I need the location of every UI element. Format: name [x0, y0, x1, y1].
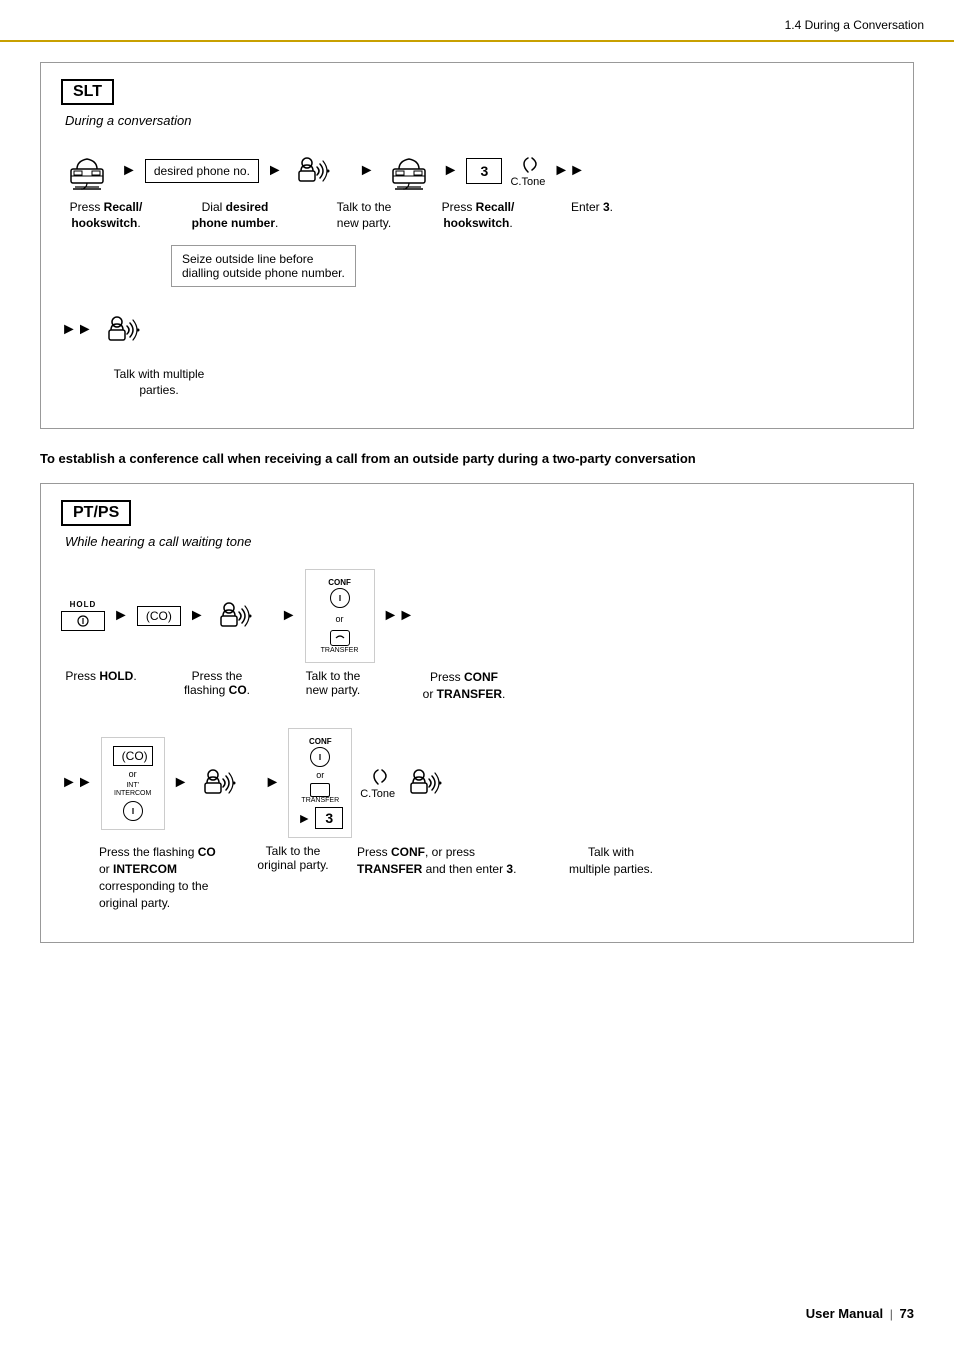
slt-talk-icon-1 [291, 148, 351, 194]
ptps-arrow-3: ► [281, 607, 297, 625]
slt-note: Seize outside line beforedialling outsid… [171, 245, 356, 287]
ptps-step2-label: Press theflashing CO. [177, 669, 257, 697]
conference-heading: To establish a conference call when rece… [40, 449, 914, 469]
intercom-label: INT'INTERCOM [114, 782, 151, 799]
ptps-bottom-step4-label: Talk withmultiple parties. [561, 844, 661, 878]
slt-label: SLT [61, 79, 114, 105]
ptps-double-arrow-2: ►► [61, 774, 93, 792]
co-box-2: (CO) [113, 746, 153, 766]
ptps-bottom-flow-row: ►► (CO) or INT'INTERCOM ► [61, 728, 893, 838]
ptps-talk-icon-2 [197, 760, 257, 806]
slt-diagram-box: SLT During a conversation [40, 62, 914, 429]
slt-note-container: Seize outside line beforedialling outsid… [61, 241, 893, 287]
conf-label: CONF [328, 578, 351, 587]
co-box-1: (CO) [137, 606, 181, 626]
ptps-arrow-1: ► [113, 607, 129, 625]
ctone-group-2: C.Tone [360, 766, 395, 800]
ptps-bottom-step1-label: Press the flashing CO or INTERCOM corres… [99, 844, 229, 911]
ptps-subtitle: While hearing a call waiting tone [65, 534, 893, 549]
header-title: 1.4 During a Conversation [785, 18, 924, 32]
slt-labels-row: Press Recall/hookswitch. Dial desiredpho… [61, 200, 893, 231]
ptps-arrow-5: ► [265, 774, 281, 792]
ctone-talk-group: C.Tone [360, 760, 463, 806]
desired-phone-box: desired phone no. [145, 159, 259, 183]
slt-step2-label: Dial desiredphone number. [175, 200, 295, 231]
conf-transfer-group: CONF or TRANSFER [305, 569, 375, 663]
transfer-label: TRANSFER [321, 647, 359, 654]
ptps-arrow-2: ► [189, 607, 205, 625]
slt-bottom-labels: Talk with multiple parties. [61, 367, 893, 398]
slt-phone-icon-2 [383, 148, 435, 194]
slt-bottom-flow-row: ►► [61, 307, 893, 353]
hold-btn-group: HOLD [61, 600, 105, 631]
ptps-bottom-labels-row: Press the flashing CO or INTERCOM corres… [61, 844, 893, 911]
or-label: or [336, 614, 344, 624]
ptps-step1-label: Press HOLD. [61, 669, 141, 683]
ptps-label: PT/PS [61, 500, 131, 526]
ptps-top-flow-row: HOLD ► (CO) ► [61, 569, 893, 663]
conf-transfer-number-group: CONF or TRANSFER ► 3 [288, 728, 352, 838]
ptps-talk-icon-1 [213, 593, 273, 639]
slt-arrow-3: ► [359, 162, 375, 180]
slt-flow-row: ► desired phone no. ► [61, 148, 893, 194]
footer-text: User Manual [806, 1306, 883, 1321]
slt-arrow-4: ► [443, 162, 459, 180]
number3-box: 3 [466, 158, 502, 184]
co-intercom-group: (CO) or INT'INTERCOM [101, 737, 165, 831]
slt-step3-label: Talk to thenew party. [319, 200, 409, 231]
slt-step1-label: Press Recall/hookswitch. [61, 200, 151, 231]
intercom-circle [123, 801, 143, 821]
hold-label-top: HOLD [70, 600, 97, 609]
number3-box-2: 3 [315, 807, 343, 829]
slt-talk-icon-2 [101, 307, 161, 353]
ptps-bottom-step3-label: Press CONF, or press TRANSFER and then e… [357, 844, 537, 878]
ctone-group-1: C.Tone [510, 154, 545, 188]
slt-arrow-2: ► [267, 162, 283, 180]
ptps-arrow-4: ► [173, 774, 189, 792]
ptps-step4-label: Press CONFor TRANSFER. [419, 669, 509, 703]
transfer-btn: TRANSFER [321, 630, 359, 654]
or-label-2: or [129, 769, 137, 779]
conf-btn: CONF [328, 578, 351, 608]
ptps-diagram-box: PT/PS While hearing a call waiting tone … [40, 483, 914, 943]
slt-bottom-label: Talk with multiple parties. [99, 367, 219, 398]
slt-double-arrow-2: ►► [61, 321, 93, 339]
slt-phone-icon-1 [61, 148, 113, 194]
page-header: 1.4 During a Conversation [0, 0, 954, 42]
slt-subtitle: During a conversation [65, 113, 893, 128]
ptps-bottom-step2-label: Talk to theoriginal party. [253, 844, 333, 872]
ptps-step3-label: Talk to thenew party. [293, 669, 373, 697]
page-footer: User Manual | 73 [806, 1306, 914, 1321]
slt-step5-label: Enter 3. [547, 200, 637, 216]
ctone-label-1: C.Tone [510, 176, 545, 188]
ptps-double-arrow-1: ►► [383, 607, 415, 625]
conf-circle [330, 588, 350, 608]
transfer-box [330, 630, 350, 646]
ptps-talk-icon-3 [403, 760, 463, 806]
page-number: 73 [900, 1306, 914, 1321]
ptps-top-labels-row: Press HOLD. Press theflashing CO. Talk t… [61, 669, 893, 703]
slt-step4-label: Press Recall/hookswitch. [433, 200, 523, 231]
main-content: SLT During a conversation [0, 62, 954, 1003]
conf-btn-2: CONF [309, 737, 332, 767]
ctone-label-2: C.Tone [360, 788, 395, 800]
hold-btn [61, 611, 105, 631]
slt-arrow-1: ► [121, 162, 137, 180]
slt-double-arrow-1: ►► [553, 162, 585, 180]
